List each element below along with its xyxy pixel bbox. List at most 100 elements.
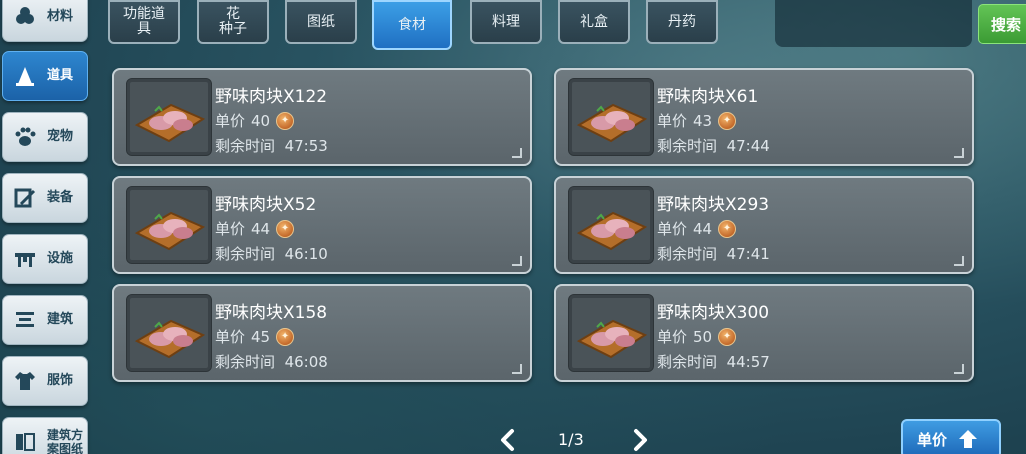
meat-icon: [134, 103, 206, 143]
time-value: 44:57: [726, 353, 770, 371]
tab-label: 食材: [398, 16, 426, 33]
sidebar-item-pets[interactable]: 宠物: [2, 112, 88, 162]
corner-icon: [512, 256, 522, 266]
price-row: 单价 40 ✦: [215, 110, 295, 131]
price-row: 单价 44 ✦: [657, 218, 737, 239]
label-line-2: 案图纸: [47, 442, 84, 454]
coin-icon: ✦: [276, 327, 295, 346]
tab-functional-items[interactable]: 功能道具: [108, 0, 180, 44]
sidebar-item-items[interactable]: 道具: [2, 51, 88, 101]
time-label: 剩余时间: [215, 245, 276, 263]
sidebar-item-equipment[interactable]: 装备: [2, 173, 88, 223]
search-input[interactable]: [775, 0, 972, 47]
tab-label: 丹药: [668, 13, 696, 30]
sidebar-item-blueprints[interactable]: 建筑方 案图纸: [2, 417, 88, 454]
coin-icon: ✦: [718, 219, 737, 238]
item-thumbnail: [568, 294, 654, 372]
time-label: 剩余时间: [657, 353, 718, 371]
time-row: 剩余时间 46:10: [215, 243, 328, 264]
blueprint-icon: [11, 428, 39, 454]
category-sidebar: 材料 道具 宠物 装备 设施 建筑 服饰 建筑方 案图纸: [0, 0, 92, 454]
time-value: 47:44: [726, 137, 770, 155]
price-value: 43: [693, 111, 713, 130]
item-name: 野味肉块X158: [215, 303, 328, 323]
tab-gift-box[interactable]: 礼盒: [558, 0, 630, 44]
time-row: 剩余时间 47:41: [657, 243, 770, 264]
listing-card[interactable]: 野味肉块X300 单价 50 ✦ 剩余时间 44:57: [554, 284, 974, 382]
next-page-button[interactable]: [630, 428, 650, 452]
tab-label: 料理: [492, 13, 520, 30]
tab-cooking[interactable]: 料理: [470, 0, 542, 44]
sidebar-item-materials[interactable]: 材料: [2, 0, 88, 42]
item-name: 野味肉块X61: [657, 87, 759, 107]
meat-icon: [576, 319, 648, 359]
tab-flower-seeds[interactable]: 花种子: [197, 0, 269, 44]
price-label: 单价: [215, 112, 246, 130]
building-icon: [11, 306, 39, 334]
item-thumbnail: [568, 78, 654, 156]
chevron-left-icon: [501, 429, 514, 451]
tab-label: 图纸: [307, 13, 335, 30]
sort-by-price-button[interactable]: 单价: [901, 419, 1001, 454]
item-name: 野味肉块X300: [657, 303, 770, 323]
price-label: 单价: [657, 112, 688, 130]
listing-card[interactable]: 野味肉块X122 单价 40 ✦ 剩余时间 47:53: [112, 68, 532, 166]
sidebar-item-label: 装备: [47, 190, 74, 205]
tab-blueprints[interactable]: 图纸: [285, 0, 357, 44]
price-value: 44: [693, 219, 713, 238]
sidebar-item-label: 设施: [47, 251, 74, 266]
tab-label: 花种子: [219, 7, 247, 37]
tab-label: 礼盒: [580, 13, 608, 30]
materials-icon: [11, 3, 39, 31]
meat-icon: [134, 211, 206, 251]
sidebar-item-label: 服饰: [47, 373, 74, 388]
item-thumbnail: [126, 294, 212, 372]
sidebar-item-label: 道具: [47, 68, 74, 83]
price-row: 单价 44 ✦: [215, 218, 295, 239]
listing-card[interactable]: 野味肉块X158 单价 45 ✦ 剩余时间 46:08: [112, 284, 532, 382]
time-label: 剩余时间: [657, 245, 718, 263]
corner-icon: [954, 148, 964, 158]
label-line-1: 建筑方: [47, 428, 84, 442]
time-row: 剩余时间 47:53: [215, 135, 328, 156]
sidebar-item-clothing[interactable]: 服饰: [2, 356, 88, 406]
price-value: 40: [251, 111, 271, 130]
listing-card[interactable]: 野味肉块X52 单价 44 ✦ 剩余时间 46:10: [112, 176, 532, 274]
paw-icon: [11, 123, 39, 151]
item-thumbnail: [126, 78, 212, 156]
corner-icon: [512, 364, 522, 374]
coin-icon: ✦: [276, 219, 295, 238]
listing-card[interactable]: 野味肉块X293 单价 44 ✦ 剩余时间 47:41: [554, 176, 974, 274]
search-button[interactable]: 搜索: [978, 4, 1026, 44]
sidebar-item-facilities[interactable]: 设施: [2, 234, 88, 284]
price-value: 50: [693, 327, 713, 346]
prev-page-button[interactable]: [498, 428, 518, 452]
item-name: 野味肉块X122: [215, 87, 328, 107]
item-thumbnail: [568, 186, 654, 264]
time-row: 剩余时间 47:44: [657, 135, 770, 156]
time-value: 46:10: [284, 245, 328, 263]
tab-label-line-2: 种子: [219, 21, 247, 37]
price-row: 单价 43 ✦: [657, 110, 737, 131]
sort-up-icon: [959, 430, 978, 448]
sidebar-item-buildings[interactable]: 建筑: [2, 295, 88, 345]
listing-card[interactable]: 野味肉块X61 单价 43 ✦ 剩余时间 47:44: [554, 68, 974, 166]
tab-elixir[interactable]: 丹药: [646, 0, 718, 44]
time-label: 剩余时间: [215, 137, 276, 155]
time-row: 剩余时间 46:08: [215, 351, 328, 372]
search-button-label: 搜索: [991, 15, 1022, 34]
tab-label-line-1: 花: [226, 6, 240, 22]
price-value: 45: [251, 327, 271, 346]
equipment-icon: [11, 184, 39, 212]
corner-icon: [512, 148, 522, 158]
sidebar-item-label: 建筑方 案图纸: [47, 428, 83, 454]
corner-icon: [954, 364, 964, 374]
time-value: 47:53: [284, 137, 328, 155]
sidebar-item-label: 建筑: [47, 312, 74, 327]
time-label: 剩余时间: [215, 353, 276, 371]
sort-label: 单价: [917, 430, 948, 449]
meat-icon: [576, 103, 648, 143]
tab-ingredients[interactable]: 食材: [372, 0, 452, 50]
facility-icon: [11, 245, 39, 273]
time-value: 46:08: [284, 353, 328, 371]
